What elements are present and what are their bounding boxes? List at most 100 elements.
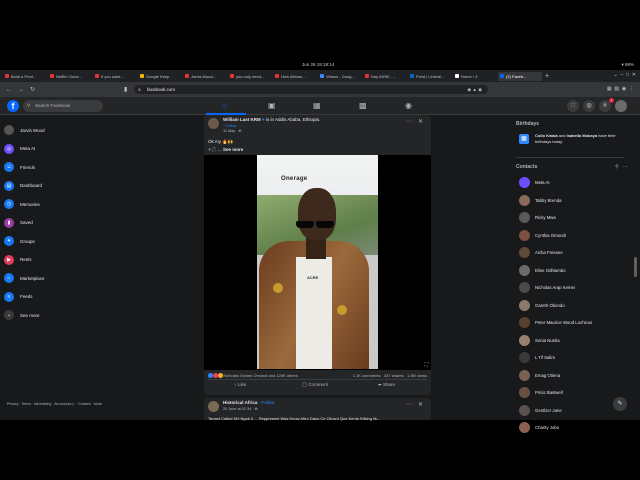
sidebar-item-marketplace[interactable]: ⌂ Marketplace (4, 269, 114, 288)
system-status[interactable]: ▾ 88% (621, 62, 634, 68)
contact-item[interactable]: L Tif Salim (516, 349, 634, 367)
tab-label: Netflix Clone... (56, 73, 83, 79)
video-frame[interactable]: Onerage ACRE (257, 155, 378, 369)
contact-name: Ricky Mwa (535, 215, 556, 221)
tab-favicon-icon (95, 74, 99, 78)
birthday-item[interactable]: ▦ Collo Kwala and Isabella Mokaya have t… (516, 131, 634, 151)
gaming-icon[interactable]: ◉ (405, 101, 412, 110)
contact-item[interactable]: Meta AI (516, 174, 634, 192)
more-options-icon[interactable]: ⋯ (406, 118, 412, 125)
contact-item[interactable]: Eline Odhiambo (516, 262, 634, 280)
post-date[interactable]: 20 June at 02:34 · ⊕ (223, 407, 258, 411)
browser-tab[interactable]: Build a Prod... (3, 72, 47, 81)
video-icon[interactable]: ▣ (268, 101, 276, 110)
post-author-avatar[interactable] (208, 118, 219, 129)
contact-item[interactable]: Sonia Nusha (516, 332, 634, 350)
menu-grid-icon[interactable]: ∷ (567, 100, 579, 112)
post-location[interactable]: is in Addis Ababa, Ethiopia. (266, 117, 320, 122)
post-author-name[interactable]: Historical Africa (223, 400, 257, 405)
follow-button[interactable]: Follow (225, 124, 236, 128)
more-options-icon[interactable]: ⋯ (406, 401, 412, 408)
sidebar-item-label: Memories (20, 201, 40, 207)
contact-item[interactable]: Ricky Mwa (516, 209, 634, 227)
tab-label: Day 69/90 - ... (371, 73, 397, 79)
browser-tab[interactable]: Day 69/90 - ... (363, 72, 407, 81)
share-button[interactable]: ➦ Share (378, 382, 395, 388)
marketplace-icon[interactable]: ▦ (313, 101, 321, 110)
sidebar-item-label: Groups (20, 238, 35, 244)
window-controls[interactable]: ⌄ – □ ✕ (613, 72, 636, 78)
contact-name: Charity Jobo (535, 425, 560, 431)
browser-tab[interactable]: you only need... (228, 72, 272, 81)
browser-tab[interactable]: If you want... (93, 72, 137, 81)
close-icon[interactable]: ✕ (418, 401, 423, 408)
search-input[interactable]: ⚲ Search Facebook (23, 100, 103, 112)
right-sidebar: Birthdays ▦ Collo Kwala and Isabella Mok… (516, 121, 634, 437)
sidebar-item-friends[interactable]: ☺ Friends (4, 158, 114, 177)
facebook-logo-icon[interactable]: f (7, 100, 19, 112)
contact-item[interactable]: Peter Maurice Wood Lochicus (516, 314, 634, 332)
messenger-icon[interactable]: ◎ (583, 100, 595, 112)
more-options-icon: ⋯ (623, 164, 628, 170)
reactions-summary[interactable]: Nicholas Orcilek Omondi and 125K others (208, 373, 298, 379)
new-message-button[interactable]: ✎ (613, 397, 627, 411)
browser-tab[interactable]: Netflix Clone... (48, 72, 92, 81)
follow-button[interactable]: Follow (261, 400, 274, 405)
contact-item[interactable]: Emag Otiena (516, 367, 634, 385)
shares-count[interactable]: 437 shares (384, 373, 404, 378)
browser-tab[interactable]: (2) Faceb... (498, 71, 542, 81)
close-icon[interactable]: ✕ (418, 118, 423, 125)
sidebar-item-see-more[interactable]: ⌄ See more (4, 306, 114, 325)
reload-icon[interactable]: ↻ (30, 86, 35, 93)
like-button[interactable]: ☝ Like (234, 382, 246, 388)
back-icon[interactable]: ← (6, 87, 12, 93)
profile-avatar[interactable] (615, 100, 627, 112)
browser-tab[interactable]: How African... (273, 72, 317, 81)
sidebar-item-jarvis-wood[interactable]: Jarvis Wood (4, 121, 114, 140)
sidebar-item-saved[interactable]: ▮ Saved (4, 214, 114, 233)
browser-tab[interactable]: Jamis Mucci... (183, 72, 227, 81)
sidebar-item-reels[interactable]: ▶ Reels (4, 251, 114, 270)
footer-links[interactable]: Privacy · Terms · Advertising · Ad choic… (7, 402, 117, 407)
contact-item[interactable]: Gareth Obondo (516, 297, 634, 315)
contacts-tools[interactable]: ⚲ ⋯ (615, 164, 628, 170)
home-icon[interactable]: ⌂ (222, 101, 227, 110)
scrollbar-thumb[interactable] (634, 257, 637, 277)
browser-tab[interactable]: Home / X (453, 72, 497, 81)
browser-tab[interactable]: Videos - Goog... (318, 72, 362, 81)
fullscreen-icon[interactable]: ⛶ (424, 362, 428, 368)
post-author-line: Historical Africa · Follow (223, 400, 275, 405)
browser-tab[interactable]: Google Keep (138, 72, 182, 81)
sidebar-item-memories[interactable]: ◷ Memories (4, 195, 114, 214)
contact-item[interactable]: Cynthia Omondi (516, 227, 634, 245)
contact-item[interactable]: Aicha Freesee (516, 244, 634, 262)
post-author-avatar[interactable] (208, 401, 219, 412)
post-text-line: Ok my 🔥🙌 (208, 139, 234, 144)
extension-icons[interactable]: ◉ ▲ ◉ (467, 85, 482, 94)
tab-label: If you want... (101, 73, 124, 79)
sidebar-item-meta-ai[interactable]: ◎ Meta AI (4, 140, 114, 159)
sidebar-item-dashboard[interactable]: ▤ Dashboard (4, 177, 114, 196)
sidebar-item-groups[interactable]: ✦ Groups (4, 232, 114, 251)
new-tab-button[interactable]: + (545, 73, 549, 80)
browser-tab[interactable]: Feed | LinkedI... (408, 72, 452, 81)
contact-item[interactable]: Nicholas Arap Kemei (516, 279, 634, 297)
forward-icon[interactable]: → (18, 87, 24, 93)
post-author-name[interactable]: William Last KRM (223, 117, 261, 122)
contact-item[interactable]: Charity Jobo (516, 419, 634, 437)
address-bar[interactable]: ≡ facebook.com ◉ ▲ ◉ (134, 85, 488, 94)
chevron-down-icon: ⌄ (4, 310, 14, 321)
comment-button[interactable]: ◯ Comment (302, 382, 328, 388)
groups-icon[interactable]: ▩ (359, 101, 367, 110)
sidebar-item-feeds[interactable]: ≡ Feeds (4, 288, 114, 307)
bookmark-icon[interactable]: ▮ (124, 86, 127, 93)
contact-item[interactable]: Tabby Brenda (516, 192, 634, 210)
browser-menu-icons[interactable]: ▦ ▧ ◉ ⋮ (607, 86, 634, 92)
feeds-icon: ≡ (4, 291, 14, 302)
post-video[interactable]: Onerage ACRE ⛶ (204, 155, 431, 370)
comments-count[interactable]: 1.1K comments (353, 373, 381, 378)
contact-avatar (519, 317, 530, 329)
see-more-link[interactable]: See more (223, 147, 243, 152)
site-info-icon[interactable]: ≡ (138, 85, 141, 94)
post-date[interactable]: 11 May · ⊕ (223, 129, 242, 133)
